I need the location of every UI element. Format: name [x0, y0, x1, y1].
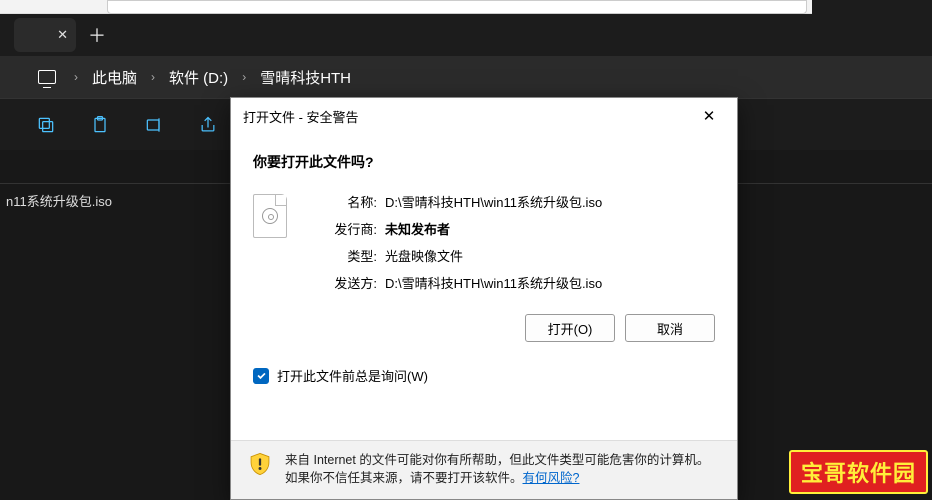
- file-name-label: n11系统升级包.iso: [6, 191, 112, 210]
- file-info-table: 名称: D:\雪晴科技HTH\win11系统升级包.iso 发行商: 未知发布者…: [305, 192, 602, 292]
- window-titlebar-light: [0, 0, 932, 14]
- field-value-publisher: 未知发布者: [385, 219, 602, 238]
- address-bar-light[interactable]: [107, 0, 807, 14]
- right-panel-strip: [812, 0, 932, 14]
- breadcrumb-item-drive[interactable]: 软件 (D:): [169, 67, 228, 88]
- breadcrumb-item-thispc[interactable]: 此电脑: [92, 67, 137, 88]
- close-icon[interactable]: ✕: [689, 102, 729, 130]
- paste-icon[interactable]: [90, 115, 110, 135]
- iso-file-icon: [253, 194, 287, 238]
- dialog-body: 你要打开此文件吗? 名称: D:\雪晴科技HTH\win11系统升级包.iso …: [231, 134, 737, 440]
- cancel-button[interactable]: 取消: [625, 314, 715, 342]
- breadcrumb-bar: › 此电脑 › 软件 (D:) › 雪晴科技HTH: [0, 56, 932, 98]
- shield-warning-icon: [247, 451, 273, 477]
- chevron-right-icon: ›: [74, 70, 78, 84]
- close-tab-icon[interactable]: ✕: [57, 27, 68, 43]
- file-info-section: 名称: D:\雪晴科技HTH\win11系统升级包.iso 发行商: 未知发布者…: [253, 192, 715, 292]
- security-warning-dialog: 打开文件 - 安全警告 ✕ 你要打开此文件吗? 名称: D:\雪晴科技HTH\w…: [230, 97, 738, 500]
- breadcrumb-item-folder[interactable]: 雪晴科技HTH: [260, 67, 351, 88]
- chevron-right-icon: ›: [242, 70, 246, 84]
- field-label-type: 类型:: [305, 246, 377, 265]
- open-button[interactable]: 打开(O): [525, 314, 615, 342]
- field-value-name: D:\雪晴科技HTH\win11系统升级包.iso: [385, 192, 602, 211]
- field-label-source: 发送方:: [305, 273, 377, 292]
- checkbox-checked-icon[interactable]: [253, 368, 269, 384]
- field-value-type: 光盘映像文件: [385, 246, 602, 265]
- copy-icon[interactable]: [36, 115, 56, 135]
- always-ask-label: 打开此文件前总是询问(W): [277, 366, 428, 385]
- always-ask-row[interactable]: 打开此文件前总是询问(W): [253, 366, 715, 385]
- rename-icon[interactable]: [144, 115, 164, 135]
- dialog-question: 你要打开此文件吗?: [253, 152, 715, 172]
- field-value-source: D:\雪晴科技HTH\win11系统升级包.iso: [385, 273, 602, 292]
- share-icon[interactable]: [198, 115, 218, 135]
- dialog-button-row: 打开(O) 取消: [253, 314, 715, 342]
- dialog-titlebar: 打开文件 - 安全警告 ✕: [231, 98, 737, 134]
- risk-link[interactable]: 有何风险?: [523, 471, 580, 485]
- explorer-tab[interactable]: ✕: [14, 18, 76, 52]
- footer-warning-text: 来自 Internet 的文件可能对你有所帮助，但此文件类型可能危害你的计算机。…: [285, 451, 721, 487]
- field-label-name: 名称:: [305, 192, 377, 211]
- dialog-footer: 来自 Internet 的文件可能对你有所帮助，但此文件类型可能危害你的计算机。…: [231, 440, 737, 499]
- chevron-right-icon: ›: [151, 70, 155, 84]
- add-tab-button[interactable]: ＋: [88, 22, 106, 48]
- watermark-badge: 宝哥软件园: [789, 450, 928, 494]
- tab-strip: ✕ ＋: [0, 14, 932, 56]
- this-pc-icon[interactable]: [38, 70, 56, 84]
- field-label-publisher: 发行商:: [305, 219, 377, 238]
- dialog-title-text: 打开文件 - 安全警告: [243, 107, 359, 126]
